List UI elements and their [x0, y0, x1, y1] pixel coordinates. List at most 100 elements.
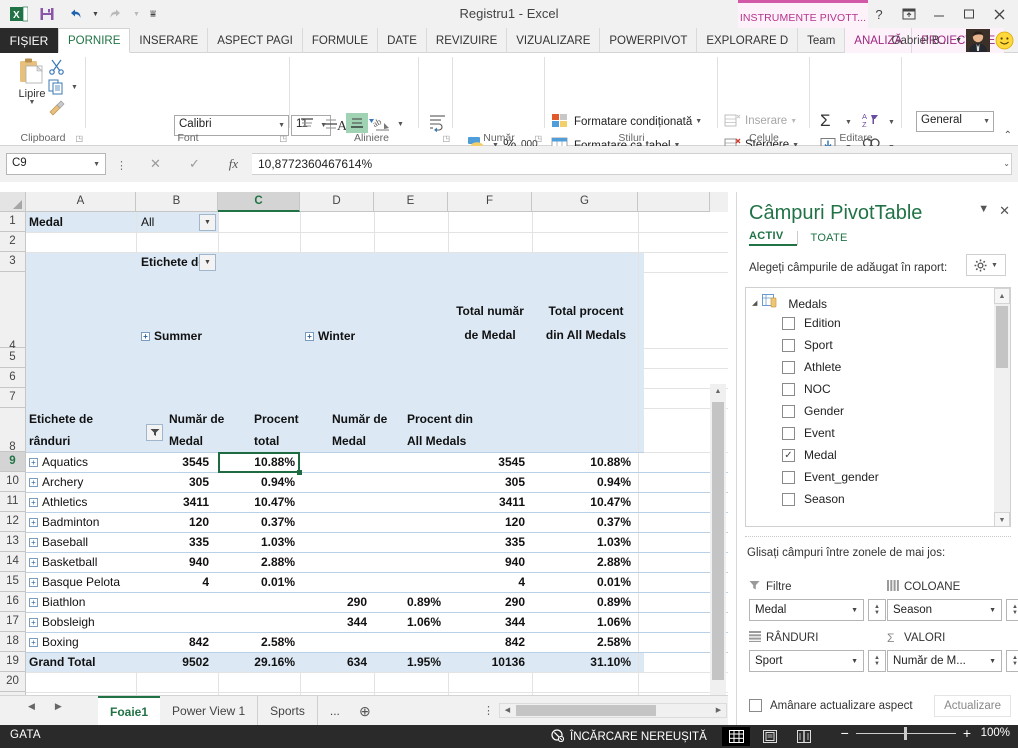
- pivot-field-event_gender[interactable]: Event_gender: [782, 470, 879, 484]
- vertical-scroll-thumb[interactable]: [712, 402, 724, 680]
- cell-D8-winter-count-header-l2[interactable]: Medal: [329, 430, 401, 452]
- row-header-20[interactable]: 20: [0, 672, 26, 692]
- number-dialog-launcher[interactable]: ◳: [534, 134, 542, 143]
- scroll-left-icon[interactable]: ◀: [500, 704, 515, 717]
- expand-row-icon[interactable]: +: [29, 537, 38, 547]
- zoom-slider-handle[interactable]: [903, 726, 907, 740]
- formula-input[interactable]: 10,8772360467614%: [252, 153, 1012, 175]
- alignment-dialog-launcher[interactable]: ◳: [442, 134, 450, 143]
- pivot-cell-summer_pct[interactable]: 29.16%: [222, 652, 298, 672]
- cell-D8-winter-count-header-l1[interactable]: Număr de: [329, 408, 401, 430]
- row-header-5[interactable]: 5: [0, 348, 26, 368]
- pivot-cell-total_pct[interactable]: 1.03%: [534, 532, 634, 552]
- horizontal-scrollbar[interactable]: ◀ ▶: [499, 703, 727, 718]
- pivot-field-season[interactable]: Season: [782, 492, 845, 506]
- pivot-cell-summer_pct[interactable]: 0.94%: [222, 472, 298, 492]
- expand-row-icon[interactable]: +: [29, 457, 38, 467]
- column-header-h[interactable]: [638, 192, 710, 212]
- conditional-formatting-button[interactable]: Formatare condiționată ▼: [551, 113, 702, 130]
- row-header-4[interactable]: 4: [0, 272, 26, 352]
- zone-rows-spinner[interactable]: ▲ ▼: [868, 650, 886, 672]
- cell-C8-pct-header-l2[interactable]: total: [251, 430, 311, 452]
- pivot-cell-summer_count[interactable]: 9502: [138, 652, 212, 672]
- collapse-ribbon-icon[interactable]: ⌃: [1004, 130, 1012, 141]
- field-list-scroll-up-icon[interactable]: ▲: [994, 288, 1010, 304]
- pivot-cell-summer_count[interactable]: 335: [138, 532, 212, 552]
- next-sheet-icon[interactable]: ▶: [55, 701, 62, 712]
- pivot-cell-summer_pct[interactable]: 0.37%: [222, 512, 298, 532]
- align-middle-icon[interactable]: [322, 115, 340, 133]
- tab-aspect-pagina[interactable]: ASPECT PAGI: [208, 28, 303, 53]
- cell-A8-row-labels-l2[interactable]: rânduri: [26, 430, 134, 452]
- pivot-cell-winter_pct[interactable]: 0.89%: [378, 592, 444, 612]
- pivot-field-medal[interactable]: ✓ Medal: [782, 448, 837, 462]
- select-all-corner[interactable]: [0, 192, 26, 212]
- pivot-cell-summer_pct[interactable]: 0.01%: [222, 572, 298, 592]
- checkbox[interactable]: [782, 316, 795, 330]
- sheet-tab-more[interactable]: ...: [318, 696, 352, 726]
- checkbox[interactable]: [782, 404, 795, 418]
- tab-toate[interactable]: TOATE: [811, 232, 861, 244]
- autosum-dropdown-icon[interactable]: ▼: [845, 119, 852, 126]
- update-button[interactable]: Actualizare: [934, 695, 1011, 717]
- pivot-field-event[interactable]: Event: [782, 426, 835, 440]
- row-header-6[interactable]: 6: [0, 368, 26, 388]
- page-layout-view-icon[interactable]: [756, 727, 784, 746]
- expand-row-icon[interactable]: +: [29, 557, 38, 567]
- zone-filters-spinner[interactable]: ▲ ▼: [868, 599, 886, 621]
- column-header-g[interactable]: G: [532, 192, 638, 212]
- pivot-cell-winter_pct[interactable]: [378, 632, 444, 652]
- pivot-row-label[interactable]: + Bobsleigh: [26, 612, 136, 632]
- pivot-cell-total_pct[interactable]: 2.58%: [534, 632, 634, 652]
- pivot-cell-total_count[interactable]: 335: [450, 532, 528, 552]
- cell-B1-filter-value[interactable]: All: [138, 212, 198, 232]
- cell-B8-count-header-l1[interactable]: Număr de: [166, 408, 226, 430]
- pivot-cell-summer_pct[interactable]: 10.47%: [222, 492, 298, 512]
- field-list-scroll-down-icon[interactable]: ▼: [994, 512, 1010, 526]
- previous-sheet-icon[interactable]: ◀: [28, 701, 35, 712]
- column-header-d[interactable]: D: [300, 192, 374, 212]
- row-header-14[interactable]: 14: [0, 552, 26, 572]
- chevron-down-icon[interactable]: ▼: [93, 161, 100, 168]
- pivot-cell-winter_pct[interactable]: [378, 552, 444, 572]
- sheet-options-icon[interactable]: ⋮: [483, 704, 494, 717]
- checkbox[interactable]: [782, 360, 795, 374]
- zoom-slider[interactable]: [855, 726, 956, 740]
- align-top-icon[interactable]: [298, 115, 316, 133]
- pivot-cell-summer_count[interactable]: 3411: [138, 492, 212, 512]
- expand-row-icon[interactable]: +: [29, 477, 38, 487]
- pivot-cell-total_count[interactable]: 3411: [450, 492, 528, 512]
- vertical-scrollbar[interactable]: ▲ ▼: [710, 384, 726, 748]
- pivot-cell-summer_count[interactable]: 4: [138, 572, 212, 592]
- zone-filters-field[interactable]: Medal ▼: [749, 599, 864, 621]
- pivot-cell-summer_count[interactable]: [138, 612, 212, 632]
- column-header-e[interactable]: E: [374, 192, 448, 212]
- zone-columns-field[interactable]: Season ▼: [887, 599, 1002, 621]
- pivot-cell-total_pct[interactable]: 2.88%: [534, 552, 634, 572]
- expand-row-icon[interactable]: +: [29, 597, 38, 607]
- pivot-row-label[interactable]: + Biathlon: [26, 592, 136, 612]
- cell-A1-filter-field[interactable]: Medal: [26, 212, 134, 232]
- checkbox[interactable]: [782, 470, 795, 484]
- zone-values-spinner[interactable]: ▲ ▼: [1006, 650, 1018, 672]
- pivot-field-athlete[interactable]: Athlete: [782, 360, 841, 374]
- tab-team[interactable]: Team: [798, 28, 846, 53]
- checkbox[interactable]: [782, 382, 795, 396]
- field-list-scrollbar[interactable]: ▲ ▼: [994, 288, 1010, 526]
- tab-date[interactable]: DATE: [378, 28, 427, 53]
- row-header-18[interactable]: 18: [0, 632, 26, 652]
- insert-function-icon[interactable]: fx: [214, 156, 253, 172]
- scroll-right-icon[interactable]: ▶: [711, 704, 726, 717]
- pivot-cell-total_pct[interactable]: 31.10%: [534, 652, 634, 672]
- clipboard-dialog-launcher[interactable]: ◳: [75, 134, 83, 143]
- checkbox[interactable]: [782, 492, 795, 506]
- scroll-up-icon[interactable]: ▲: [710, 384, 726, 400]
- cell-D4-winter-group[interactable]: + Winter: [302, 324, 382, 348]
- pivot-field-edition[interactable]: Edition: [782, 316, 841, 330]
- tab-inserare[interactable]: INSERARE: [130, 28, 209, 53]
- help-icon[interactable]: ?: [864, 0, 894, 28]
- expand-row-icon[interactable]: +: [29, 497, 38, 507]
- row-header-12[interactable]: 12: [0, 512, 26, 532]
- pivot-cell-summer_count[interactable]: 305: [138, 472, 212, 492]
- copy-dropdown-icon[interactable]: ▼: [71, 84, 78, 91]
